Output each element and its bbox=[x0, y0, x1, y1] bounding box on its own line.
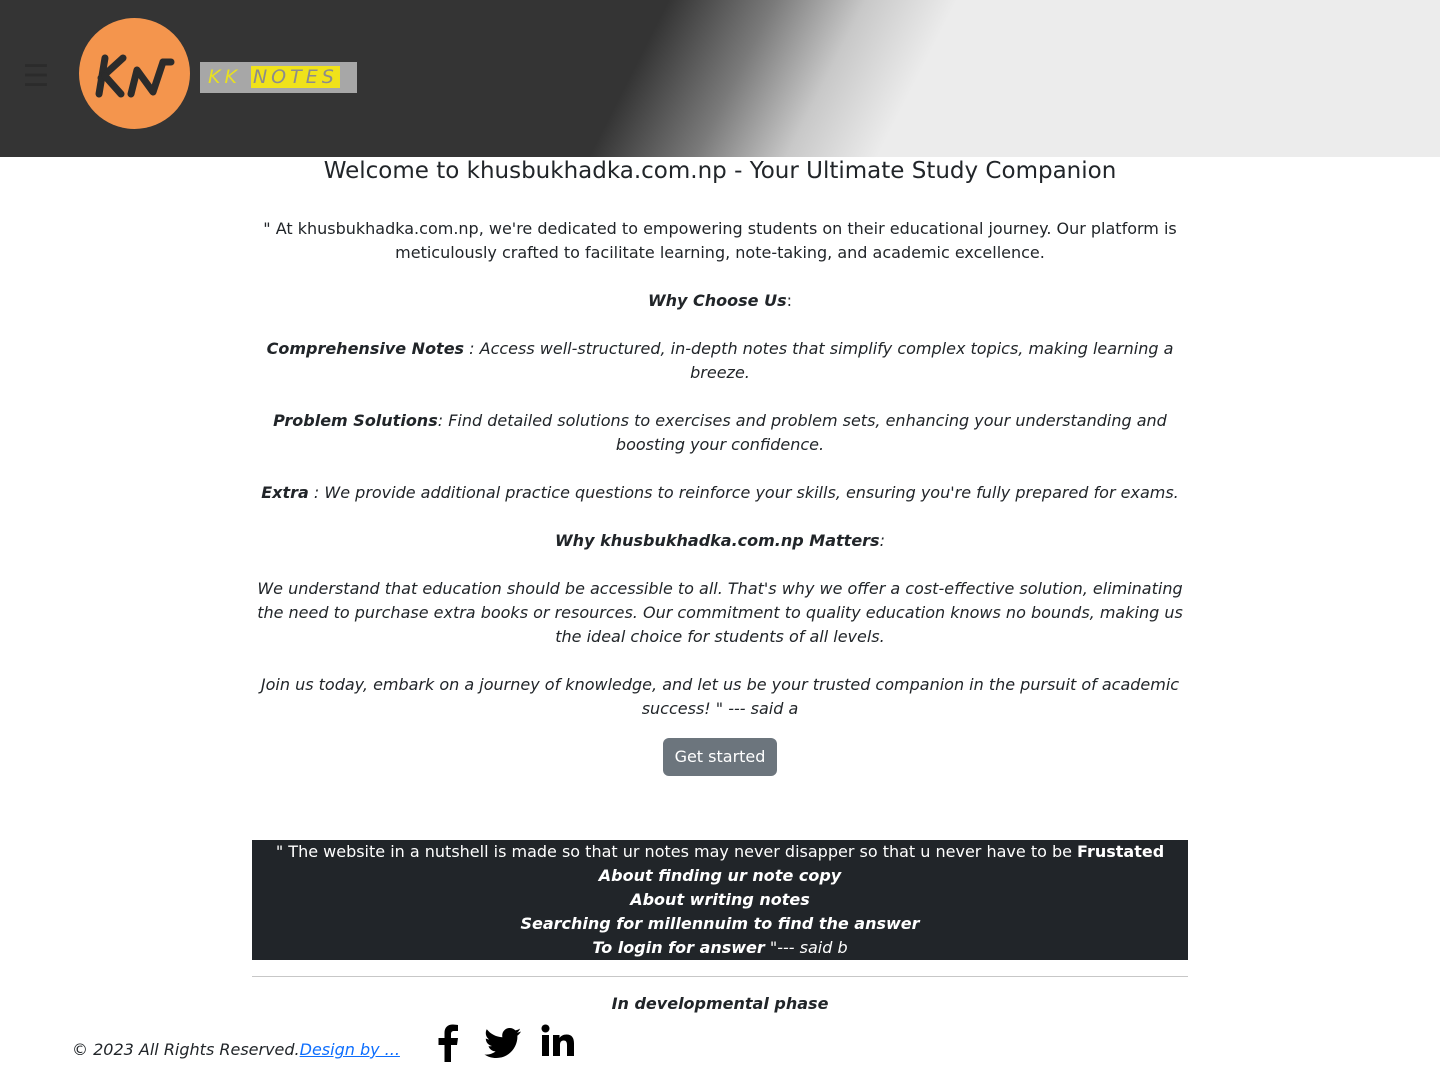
feature-comprehensive: Comprehensive Notes : Access well-struct… bbox=[252, 337, 1188, 385]
facebook-icon[interactable] bbox=[428, 1022, 468, 1062]
menu-icon[interactable]: ☰ bbox=[22, 60, 50, 94]
feature-comprehensive-text: : Access well-structured, in-depth notes… bbox=[464, 339, 1174, 382]
twitter-icon[interactable] bbox=[483, 1022, 523, 1062]
brand-kk: KK bbox=[208, 66, 251, 88]
brand-wordmark: KK NOTES bbox=[208, 66, 340, 89]
logo-initials-mark bbox=[95, 54, 175, 98]
why-choose-title: Why Choose Us bbox=[647, 291, 787, 310]
site-header: ☰ KK NOTES bbox=[0, 0, 1440, 157]
linkedin-icon[interactable] bbox=[538, 1022, 578, 1062]
brand-notes: NOTES bbox=[250, 66, 340, 88]
intro-paragraph: " At khusbukhadka.com.np, we're dedicate… bbox=[263, 219, 1177, 262]
feature-extra-text: : We provide additional practice questio… bbox=[308, 483, 1179, 502]
quote-line-1: " The website in a nutshell is made so t… bbox=[252, 840, 1188, 864]
feature-problem-text: : Find detailed solutions to exercises a… bbox=[437, 411, 1167, 454]
why-choose-heading: Why Choose Us: bbox=[252, 289, 1188, 313]
footer-copyright: © 2023 All Rights Reserved.Design by ... bbox=[72, 1038, 400, 1062]
quote-box: " The website in a nutshell is made so t… bbox=[252, 840, 1188, 960]
quote-frustrated: Frustated bbox=[1077, 842, 1165, 861]
feature-extra: Extra : We provide additional practice q… bbox=[252, 481, 1188, 505]
matters-paragraph: We understand that education should be a… bbox=[257, 579, 1183, 646]
matters-title: Why khusbukhadka.com.np Matters bbox=[555, 531, 880, 550]
matters-colon: : bbox=[879, 531, 885, 550]
get-started-button[interactable]: Get started bbox=[662, 738, 778, 776]
matters-heading: Why khusbukhadka.com.np Matters: bbox=[252, 529, 1188, 553]
quote-tail: "--- said b bbox=[764, 938, 848, 957]
intro-section: Welcome to khusbukhadka.com.np - Your Ul… bbox=[252, 157, 1188, 776]
join-paragraph: Join us today, embark on a journey of kn… bbox=[260, 675, 1180, 718]
status-text: In developmental phase bbox=[611, 994, 829, 1013]
feature-comprehensive-title: Comprehensive Notes bbox=[266, 339, 465, 358]
quote-line-3: About writing notes bbox=[630, 890, 810, 909]
copyright-text: © 2023 All Rights Reserved. bbox=[72, 1040, 300, 1059]
logo-icon[interactable] bbox=[79, 18, 190, 129]
divider bbox=[252, 976, 1188, 977]
quote-login: To login for answer bbox=[592, 938, 765, 957]
feature-problem-solutions: Problem Solutions: Find detailed solutio… bbox=[252, 409, 1188, 457]
quote-line-4: Searching for millennuim to find the ans… bbox=[520, 914, 920, 933]
quote-line-2: About finding ur note copy bbox=[598, 866, 842, 885]
welcome-heading: Welcome to khusbukhadka.com.np - Your Ul… bbox=[323, 158, 1117, 184]
quote-lead: " The website in a nutshell is made so t… bbox=[275, 842, 1078, 861]
feature-extra-title: Extra bbox=[261, 483, 309, 502]
feature-problem-title: Problem Solutions bbox=[273, 411, 438, 430]
why-choose-colon: : bbox=[786, 291, 792, 310]
quote-line-5: To login for answer "--- said b bbox=[252, 936, 1188, 960]
brand-logo[interactable]: KK NOTES bbox=[200, 62, 357, 93]
design-link[interactable]: Design by ... bbox=[300, 1040, 400, 1059]
